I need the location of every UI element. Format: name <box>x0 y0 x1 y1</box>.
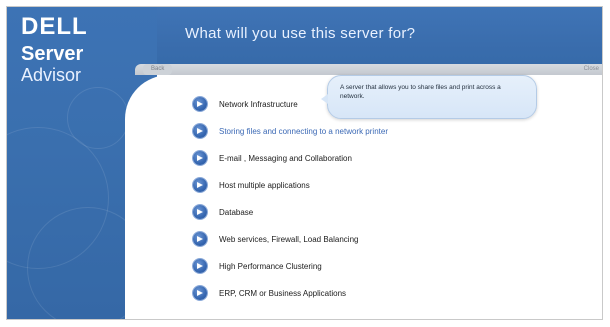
option-label: ERP, CRM or Business Applications <box>219 288 347 298</box>
option-database[interactable]: Database <box>193 203 253 221</box>
back-button[interactable]: Back <box>143 64 173 75</box>
decorative-circle <box>67 87 129 149</box>
arrow-right-circle-icon <box>193 259 207 273</box>
option-network-infrastructure[interactable]: Network Infrastructure <box>193 95 298 113</box>
option-email-messaging[interactable]: E-mail , Messaging and Collaboration <box>193 149 352 167</box>
option-description-tooltip: A server that allows you to share files … <box>321 75 537 119</box>
arrow-right-circle-icon <box>193 124 207 138</box>
arrow-right-circle-icon <box>193 232 207 246</box>
option-label: Web services, Firewall, Load Balancing <box>219 234 359 244</box>
arrow-right-circle-icon <box>193 97 207 111</box>
option-label: E-mail , Messaging and Collaboration <box>219 153 352 163</box>
arrow-right-circle-icon <box>193 205 207 219</box>
dell-logo: DELL <box>21 13 88 40</box>
app-window: What will you use this server for? DELL … <box>6 6 603 320</box>
navigation-bar: Back Close <box>135 64 602 75</box>
close-button[interactable]: Close <box>580 64 602 75</box>
option-label: Network Infrastructure <box>219 99 298 109</box>
page-question: What will you use this server for? <box>185 25 416 42</box>
arrow-right-circle-icon <box>193 286 207 300</box>
option-label: Storing files and connecting to a networ… <box>219 126 388 136</box>
option-host-multiple-applications[interactable]: Host multiple applications <box>193 176 310 194</box>
product-name-line2: Advisor <box>21 65 82 85</box>
arrow-right-circle-icon <box>193 151 207 165</box>
option-label: Database <box>219 207 254 217</box>
option-storing-files-printer[interactable]: Storing files and connecting to a networ… <box>193 122 388 140</box>
option-label: Host multiple applications <box>219 180 310 190</box>
option-web-services[interactable]: Web services, Firewall, Load Balancing <box>193 230 358 248</box>
product-name-line1: Server <box>21 43 84 65</box>
tooltip-pointer <box>321 94 328 104</box>
arrow-right-circle-icon <box>193 178 207 192</box>
option-label: High Performance Clustering <box>219 261 322 271</box>
tooltip-text: A server that allows you to share files … <box>340 84 501 100</box>
option-high-performance-clustering[interactable]: High Performance Clustering <box>193 257 322 275</box>
option-erp-crm[interactable]: ERP, CRM or Business Applications <box>193 284 346 302</box>
